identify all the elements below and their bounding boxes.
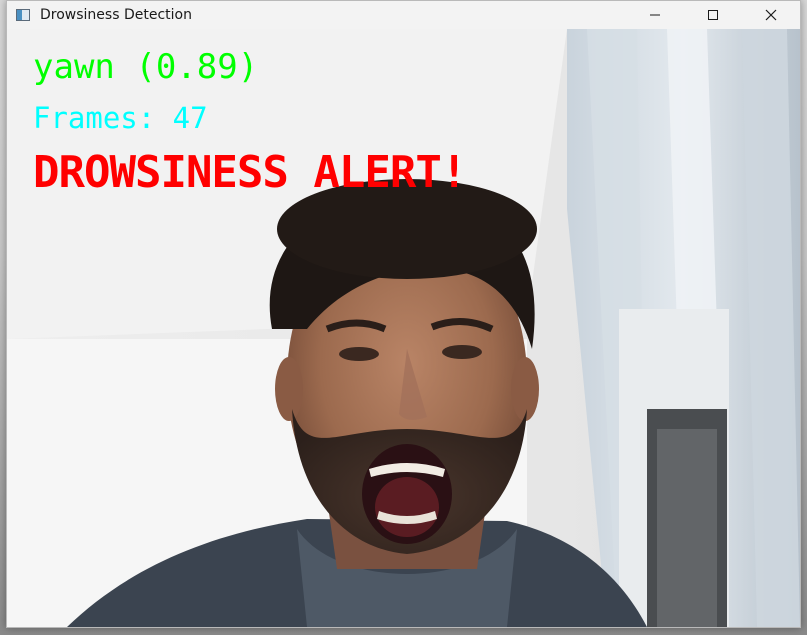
window-controls bbox=[626, 1, 800, 29]
window-title: Drowsiness Detection bbox=[40, 7, 192, 23]
maximize-button[interactable] bbox=[684, 1, 742, 29]
minimize-icon bbox=[650, 14, 660, 16]
frame-counter: Frames: 47 bbox=[33, 101, 208, 135]
app-window: Drowsiness Detection yawn (0.89) Frames:… bbox=[6, 0, 801, 628]
title-bar[interactable]: Drowsiness Detection bbox=[7, 1, 800, 29]
close-button[interactable] bbox=[742, 1, 800, 29]
drowsiness-alert: DROWSINESS ALERT! bbox=[33, 147, 467, 198]
minimize-button[interactable] bbox=[626, 1, 684, 29]
webcam-feed: yawn (0.89) Frames: 47 DROWSINESS ALERT! bbox=[7, 29, 800, 627]
app-icon bbox=[16, 9, 30, 21]
maximize-icon bbox=[708, 10, 718, 20]
prediction-label: yawn (0.89) bbox=[33, 47, 259, 87]
close-icon bbox=[765, 9, 777, 21]
